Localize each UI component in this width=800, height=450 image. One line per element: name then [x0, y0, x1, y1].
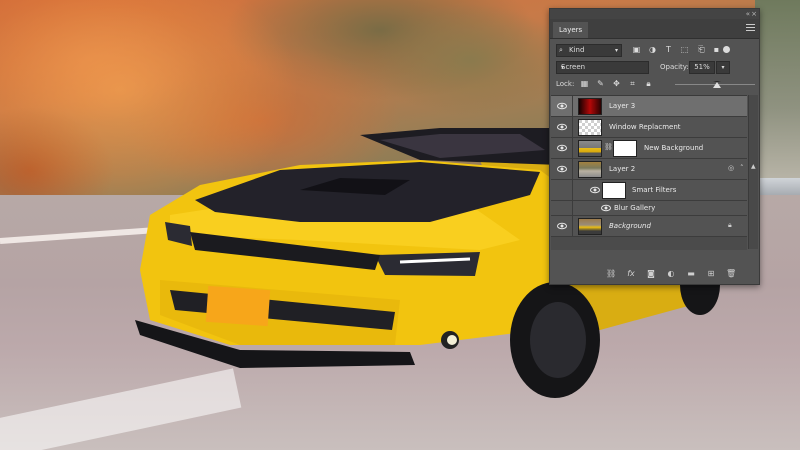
layers-scrollbar[interactable]: ▲ [748, 95, 758, 249]
opacity-slider[interactable] [675, 81, 755, 89]
filter-toggle[interactable] [723, 46, 730, 53]
search-icon: ⌕ [559, 46, 563, 54]
layer-row-new-background[interactable]: ⛓ New Background [551, 138, 747, 159]
opacity-input[interactable]: 51% [689, 61, 715, 74]
lock-all-icon[interactable]: 🔒︎ [644, 79, 653, 89]
blend-mode-select[interactable]: Screen ▾ [556, 61, 649, 74]
link-icon[interactable]: ⛓ [606, 269, 616, 279]
layer-thumbnail [578, 218, 602, 235]
lock-artboard-icon[interactable]: ⌗ [628, 79, 637, 89]
trash-icon[interactable]: 🗑︎ [726, 269, 736, 279]
panel-title-bar[interactable]: « × [550, 9, 759, 19]
filter-kind-select[interactable]: ⌕ Kind ▾ [556, 44, 622, 57]
close-panel-icon[interactable]: × [751, 9, 757, 19]
layer-row-layer-3[interactable]: Layer 3 [551, 96, 747, 117]
filter-smart-object-icon[interactable]: ⎗ [697, 45, 706, 54]
layer-name[interactable]: Window Replacment [609, 123, 681, 131]
new-layer-icon[interactable]: ⊞ [706, 269, 716, 279]
visibility-eye-icon[interactable] [601, 203, 611, 213]
smart-filter-mask-thumbnail[interactable] [602, 182, 626, 199]
lock-transparent-icon[interactable]: ▦ [580, 79, 589, 89]
filter-shape-icon[interactable]: ⬚ [680, 45, 689, 54]
layers-list: Layer 3 Window Replacment ⛓ New Backgrou… [551, 95, 747, 250]
layer-name[interactable]: Layer 3 [609, 102, 635, 110]
tab-layers[interactable]: Layers [553, 22, 589, 38]
filter-dot-icon[interactable]: ▪ [712, 45, 721, 54]
layer-name[interactable]: New Background [644, 144, 703, 152]
lock-position-icon[interactable]: ✥ [612, 79, 621, 89]
visibility-eye-icon[interactable] [557, 164, 567, 174]
chevron-down-icon: ▾ [561, 64, 565, 71]
filter-type-icon[interactable]: T [664, 45, 673, 54]
visibility-eye-icon[interactable] [590, 185, 600, 195]
chevron-up-icon: ▲ [751, 163, 756, 170]
mask-icon[interactable]: ◙ [646, 269, 656, 279]
visibility-eye-icon[interactable] [557, 122, 567, 132]
layer-name[interactable]: Background [609, 222, 651, 230]
link-chain-icon[interactable]: ⛓ [604, 143, 613, 151]
adjustment-icon[interactable]: ◐ [666, 269, 676, 279]
layer-row-smart-filters[interactable]: Smart Filters [551, 180, 747, 201]
lock-label: Lock: [556, 80, 575, 88]
layer-row-blur-gallery[interactable]: Blur Gallery [551, 201, 747, 216]
layer-thumbnail [578, 98, 602, 115]
lock-row: Lock: ▦ ✎ ✥ ⌗ 🔒︎ [550, 78, 759, 92]
smart-filter-badge-icon: ◎ [728, 164, 735, 172]
layer-mask-thumbnail[interactable] [613, 140, 637, 157]
chevron-down-icon: ▾ [614, 47, 618, 54]
fx-icon[interactable]: fx [626, 269, 636, 279]
opacity-slider-thumb[interactable] [713, 81, 721, 88]
layer-row-layer-2[interactable]: Layer 2 ◎ ˄ [551, 159, 747, 180]
layer-thumbnail [578, 161, 602, 178]
layer-row-window-replacment[interactable]: Window Replacment [551, 117, 747, 138]
visibility-eye-icon[interactable] [557, 221, 567, 231]
layers-bottom-bar: ⛓ fx ◙ ◐ ▬ ⊞ 🗑︎ [550, 266, 759, 282]
folder-icon[interactable]: ▬ [686, 269, 696, 279]
layer-name[interactable]: Layer 2 [609, 165, 635, 173]
opacity-dropdown-button[interactable]: ▾ [716, 61, 730, 74]
visibility-eye-icon[interactable] [557, 101, 567, 111]
lock-icon[interactable]: 🔒︎ [728, 221, 732, 230]
visibility-eye-icon[interactable] [557, 143, 567, 153]
panel-menu-icon[interactable] [746, 24, 755, 32]
filter-kind-label: Kind [569, 46, 585, 54]
layer-thumbnail [578, 140, 602, 157]
blend-row: Screen ▾ Opacity: 51% ▾ [550, 61, 759, 75]
layer-name[interactable]: Smart Filters [632, 186, 676, 194]
layer-filter-row: ⌕ Kind ▾ ▣ ◑ T ⬚ ⎗ ▪ [550, 42, 759, 58]
layers-panel: « × Layers ⌕ Kind ▾ ▣ ◑ T ⬚ ⎗ ▪ Screen ▾… [549, 8, 760, 285]
filter-pixel-icon[interactable]: ▣ [632, 45, 641, 54]
filter-adjustment-icon[interactable]: ◑ [648, 45, 657, 54]
collapse-panel-icon[interactable]: « [746, 9, 750, 19]
layer-name[interactable]: Blur Gallery [614, 204, 655, 212]
layer-row-background[interactable]: Background 🔒︎ [551, 216, 747, 237]
panel-tab-bar: Layers [550, 19, 759, 39]
chevron-up-icon[interactable]: ˄ [740, 164, 744, 172]
lock-brush-icon[interactable]: ✎ [596, 79, 605, 89]
opacity-label: Opacity: [660, 63, 689, 71]
layer-thumbnail [578, 119, 602, 136]
